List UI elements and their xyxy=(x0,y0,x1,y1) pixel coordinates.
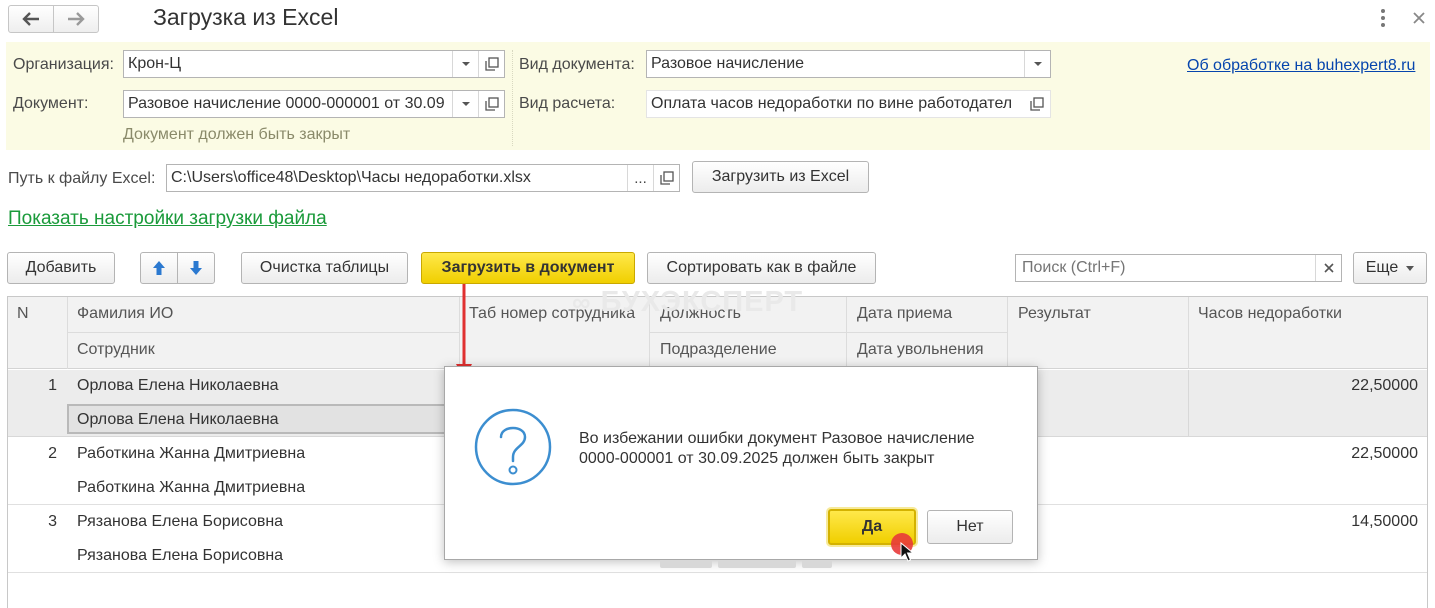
more-vertical-icon[interactable] xyxy=(1374,8,1392,28)
col-header-fire-date[interactable]: Дата увольнения xyxy=(857,341,984,359)
row-employee: Рязанова Елена Борисовна xyxy=(77,547,284,564)
col-divider xyxy=(1188,297,1189,369)
hidden-department-text xyxy=(660,560,840,568)
row-hours: 14,50000 xyxy=(1351,513,1418,530)
more-button[interactable]: Еще xyxy=(1353,252,1427,284)
row-fio: Рязанова Елена Борисовна xyxy=(77,513,284,530)
forward-button[interactable] xyxy=(53,5,99,33)
header-row-divider xyxy=(67,332,459,333)
file-path-field[interactable]: C:\Users\office48\Desktop\Часы недоработ… xyxy=(166,164,680,192)
col-header-fio[interactable]: Фамилия ИО xyxy=(77,305,173,323)
doc-dropdown-button[interactable] xyxy=(452,91,478,117)
add-button[interactable]: Добавить xyxy=(7,252,115,284)
col-header-hire-date[interactable]: Дата приема xyxy=(857,305,952,323)
chevron-down-icon xyxy=(461,102,470,106)
open-window-icon xyxy=(1030,97,1044,111)
row-employee: Орлова Елена Николаевна xyxy=(77,411,279,428)
close-icon[interactable] xyxy=(1410,8,1428,28)
col-header-hours[interactable]: Часов недоработки xyxy=(1198,305,1342,323)
open-window-icon xyxy=(484,57,499,71)
arrow-right-icon xyxy=(68,12,85,26)
col-divider xyxy=(846,297,847,369)
chevron-down-icon xyxy=(1033,62,1042,66)
question-icon xyxy=(474,408,552,486)
doctype-dropdown-button[interactable] xyxy=(1024,51,1050,77)
form-divider xyxy=(512,50,513,146)
org-value: Крон-Ц xyxy=(128,55,182,72)
watermark-logo: ∞ БУХЭКСПЕРТ xyxy=(572,286,803,319)
arrow-down-icon xyxy=(190,261,202,275)
open-window-icon xyxy=(484,97,499,111)
row-fio: Работкина Жанна Дмитриевна xyxy=(77,445,306,462)
watermark-text: БУХЭКСПЕРТ xyxy=(600,286,804,318)
doc-value: Разовое начисление 0000-000001 от 30.09 xyxy=(128,95,445,112)
arrow-up-icon xyxy=(153,261,165,275)
col-divider xyxy=(1188,370,1189,437)
sort-as-file-button[interactable]: Сортировать как в файле xyxy=(647,252,876,284)
row-hours: 22,50000 xyxy=(1351,377,1418,394)
row-number: 1 xyxy=(48,377,57,394)
more-button-label: Еще xyxy=(1365,259,1399,276)
row-employee: Работкина Жанна Дмитриевна xyxy=(77,479,306,496)
chevron-down-icon xyxy=(1406,265,1415,271)
header-row-divider xyxy=(649,332,1007,333)
doctype-label: Вид документа: xyxy=(519,56,635,73)
org-open-button[interactable] xyxy=(478,51,504,77)
row-fio: Орлова Елена Николаевна xyxy=(77,377,279,394)
mouse-cursor-icon xyxy=(900,542,914,562)
calc-label: Вид расчета: xyxy=(519,95,616,112)
calc-value: Оплата часов недоработки по вине работод… xyxy=(651,95,1013,112)
open-window-icon xyxy=(659,171,674,185)
row-number: 3 xyxy=(48,513,57,530)
file-path-label: Путь к файлу Excel: xyxy=(8,170,156,187)
doc-open-button[interactable] xyxy=(478,91,504,117)
doc-field[interactable]: Разовое начисление 0000-000001 от 30.09 xyxy=(123,90,505,118)
col-header-department[interactable]: Подразделение xyxy=(660,341,777,359)
watermark-icon: ∞ xyxy=(572,287,592,317)
search-clear-button[interactable] xyxy=(1315,255,1341,281)
move-up-button[interactable] xyxy=(140,252,178,284)
back-button[interactable] xyxy=(8,5,54,33)
search-field[interactable] xyxy=(1015,254,1342,282)
load-from-excel-button[interactable]: Загрузить из Excel xyxy=(692,161,869,193)
no-button[interactable]: Нет xyxy=(927,510,1013,544)
col-header-n[interactable]: N xyxy=(17,305,29,323)
col-header-result[interactable]: Результат xyxy=(1018,305,1091,323)
org-label: Организация: xyxy=(13,56,114,73)
col-divider xyxy=(1007,297,1008,369)
doctype-field[interactable]: Разовое начисление xyxy=(646,50,1051,78)
dialog-message: Во избежании ошибки документ Разовое нач… xyxy=(579,429,975,469)
confirm-dialog: Во избежании ошибки документ Разовое нач… xyxy=(444,366,1038,562)
arrow-left-icon xyxy=(22,12,39,26)
file-open-button[interactable] xyxy=(653,165,679,191)
org-field[interactable]: Крон-Ц xyxy=(123,50,505,78)
calc-field[interactable]: Оплата часов недоработки по вине работод… xyxy=(646,90,1051,118)
search-input[interactable] xyxy=(1020,258,1310,278)
calc-open-button[interactable] xyxy=(1024,91,1050,117)
doc-label: Документ: xyxy=(13,95,89,112)
show-settings-link[interactable]: Показать настройки загрузки файла xyxy=(8,208,327,230)
col-divider xyxy=(67,297,68,369)
about-link[interactable]: Об обработке на buhexpert8.ru xyxy=(1187,57,1415,75)
row-hours: 22,50000 xyxy=(1351,445,1418,462)
doc-hint: Документ должен быть закрыт xyxy=(123,126,351,143)
clear-table-button[interactable]: Очистка таблицы xyxy=(241,252,408,284)
chevron-down-icon xyxy=(461,62,470,66)
file-path-value: C:\Users\office48\Desktop\Часы недоработ… xyxy=(171,169,531,186)
load-to-document-button[interactable]: Загрузить в документ xyxy=(421,252,635,284)
file-browse-button[interactable]: ... xyxy=(627,165,653,191)
window-title: Загрузка из Excel xyxy=(153,4,339,30)
org-dropdown-button[interactable] xyxy=(452,51,478,77)
doctype-value: Разовое начисление xyxy=(651,55,805,72)
clear-icon xyxy=(1323,263,1334,273)
dialog-message-line1: Во избежании ошибки документ Разовое нач… xyxy=(579,430,975,447)
dialog-message-line2: 0000-000001 от 30.09.2025 должен быть за… xyxy=(579,450,935,467)
col-header-employee[interactable]: Сотрудник xyxy=(77,341,155,359)
row-number: 2 xyxy=(48,445,57,462)
move-down-button[interactable] xyxy=(177,252,215,284)
